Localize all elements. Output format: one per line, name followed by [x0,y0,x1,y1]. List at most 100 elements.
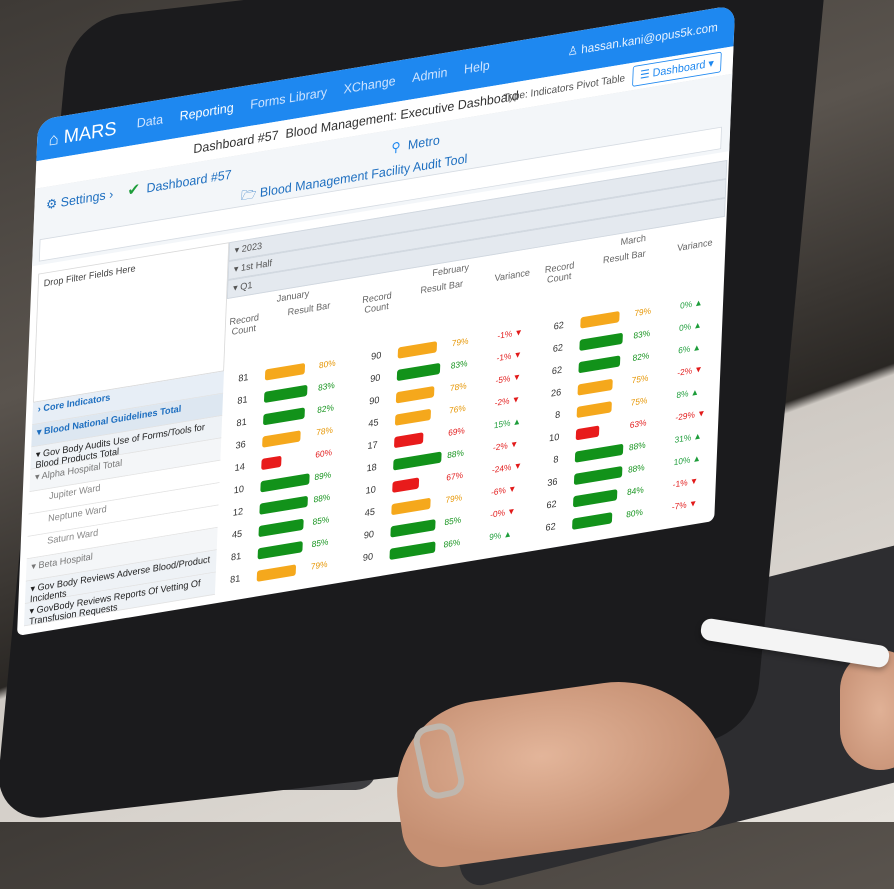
variance-value: -2% ▼ [677,364,703,379]
variance-value: -5% ▼ [495,372,522,387]
result-bar [580,311,620,329]
record-count: 12 [232,506,244,519]
result-bar [396,362,441,382]
record-count: 81 [237,394,248,407]
result-bar [261,455,282,471]
result-bar [392,477,420,493]
result-percent: 80% [626,507,644,521]
record-count: 10 [365,484,377,497]
result-bar [573,466,623,486]
result-percent: 83% [450,359,468,372]
result-bar [395,386,435,404]
col-record-count: Record Count [229,312,260,338]
record-count: 8 [553,454,559,466]
gear-icon: ⚙ [45,196,58,213]
check-icon: ✔ [127,179,141,200]
variance-value: -7% ▼ [671,498,698,513]
variance-value: -24% ▼ [491,461,523,476]
variance-value: 31% ▲ [674,431,702,446]
record-count: 90 [370,350,382,363]
half-label: 1st Half [240,258,273,274]
variance-value: -1% ▼ [672,476,699,491]
location-link[interactable]: Metro [408,133,440,153]
result-bar [397,341,438,359]
list-icon: ☰ [639,66,650,82]
dashboard-link[interactable]: Dashboard #57 [146,167,232,196]
result-percent: 85% [312,515,330,528]
result-percent: 88% [313,492,331,506]
brand[interactable]: ⌂ MARS [48,117,117,151]
result-percent: 78% [316,425,334,438]
variance-value: 15% ▲ [493,416,522,431]
nav-forms-library[interactable]: Forms Library [250,85,327,112]
col-record-count: Record Count [362,290,392,316]
nav-admin[interactable]: Admin [412,65,448,85]
home-icon[interactable]: ⌂ [48,129,59,150]
result-percent: 82% [316,403,334,416]
result-percent: 60% [315,448,333,461]
result-bar [262,430,301,448]
result-bar [259,495,308,515]
result-bar [393,432,424,449]
result-bar [389,541,436,561]
variance-value: 0% ▲ [678,320,702,334]
result-percent: 89% [314,470,332,483]
result-percent: 79% [634,306,652,319]
record-count: 62 [552,342,564,355]
col-variance: Variance [494,267,531,284]
record-count: 18 [366,462,377,475]
record-count: 62 [545,521,556,534]
result-percent: 82% [632,351,650,364]
variance-value: -0% ▼ [489,506,516,521]
result-percent: 80% [318,358,336,371]
result-bar [393,451,442,471]
quarter-label: Q1 [240,280,253,293]
result-bar [578,355,621,374]
year-label: 2023 [241,241,263,255]
record-count: 14 [234,461,246,474]
result-bar [391,497,431,516]
result-percent: 63% [629,418,647,431]
result-percent: 88% [627,463,645,476]
record-count: 90 [369,372,381,385]
col-variance: Variance [677,237,713,254]
record-count: 17 [367,439,378,452]
result-percent: 79% [445,493,463,506]
settings-link[interactable]: ⚙ Settings › [46,186,114,213]
record-count: 10 [548,431,560,444]
result-percent: 86% [443,538,461,551]
nav-help[interactable]: Help [464,58,490,77]
result-percent: 78% [449,381,467,394]
result-bar [574,443,624,463]
record-count: 8 [554,409,561,421]
result-bar [572,489,618,508]
record-count: 45 [231,528,243,541]
result-percent: 84% [626,485,644,498]
result-percent: 88% [447,448,465,461]
dashboard-button-label: Dashboard [652,57,706,80]
record-count: 90 [362,551,374,564]
result-bar [264,362,306,381]
result-bar [572,512,613,530]
record-count: 90 [369,395,380,408]
record-count: 26 [550,387,562,400]
result-percent: 85% [444,515,462,528]
nav-data[interactable]: Data [136,112,163,131]
record-count: 45 [364,506,376,519]
brand-name: MARS [63,117,117,148]
result-bar [258,518,304,538]
result-bar [577,378,613,396]
result-percent: 83% [317,381,335,394]
record-count: 10 [233,484,245,497]
result-percent: 75% [631,373,649,386]
nav-xchange[interactable]: XChange [343,74,396,97]
folder-icon: 🗁 [240,186,257,204]
variance-value: -1% ▼ [497,327,523,342]
variance-value: -1% ▼ [496,350,523,364]
result-bar [579,332,623,351]
record-count: 36 [547,476,558,489]
variance-value: -2% ▼ [492,439,519,454]
result-percent: 67% [446,470,464,484]
nav-reporting[interactable]: Reporting [179,100,234,124]
record-count: 81 [236,416,247,429]
